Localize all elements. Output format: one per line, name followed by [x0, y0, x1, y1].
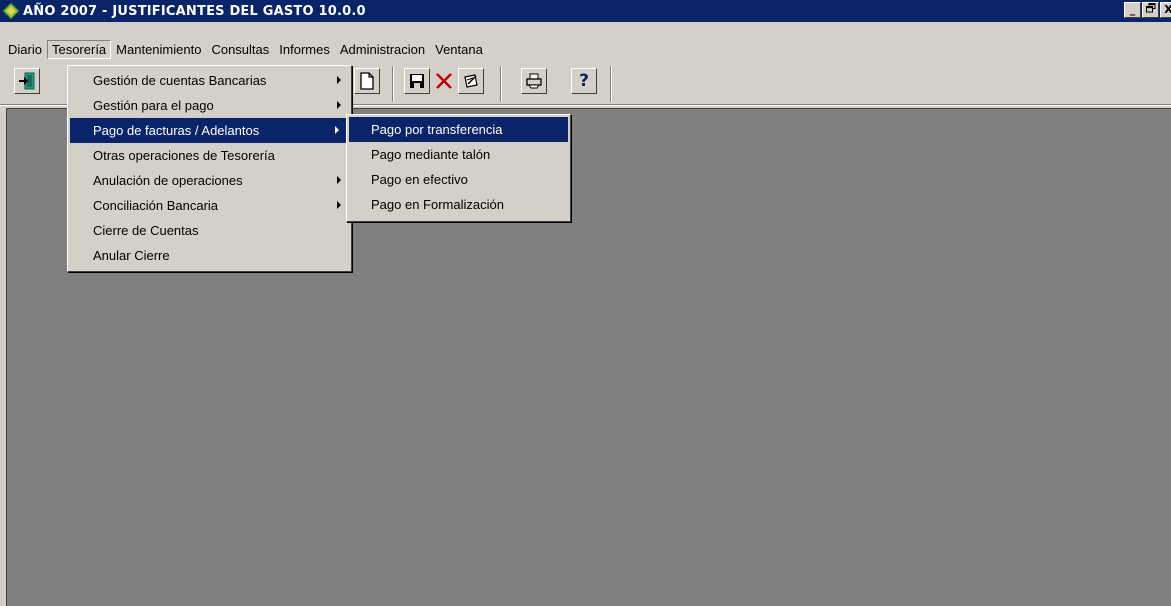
window-controls: _ X	[1124, 2, 1171, 18]
submenu-item-pago-transferencia[interactable]: Pago por transferencia	[349, 117, 568, 142]
menu-administracion[interactable]: Administracion	[335, 40, 430, 59]
print-icon	[526, 73, 542, 89]
submenu-arrow-icon	[337, 201, 341, 209]
menu-item-label: Gestión para el pago	[93, 98, 214, 113]
menu-item-gestion-cuentas-bancarias[interactable]: Gestión de cuentas Bancarias	[68, 68, 351, 93]
menu-informes[interactable]: Informes	[274, 40, 335, 59]
help-icon: ?	[579, 71, 589, 91]
menu-item-cierre-cuentas[interactable]: Cierre de Cuentas	[68, 218, 351, 243]
menu-item-label: Pago de facturas / Adelantos	[93, 123, 260, 138]
delete-button[interactable]	[431, 68, 457, 94]
app-icon[interactable]	[2, 2, 20, 20]
window-title: AÑO 2007 - JUSTIFICANTES DEL GASTO 10.0.…	[23, 3, 366, 19]
menu-tesoreria[interactable]: Tesorería	[46, 39, 112, 59]
submenu-item-pago-talon[interactable]: Pago mediante talón	[347, 142, 570, 167]
submenu-item-pago-formalizacion[interactable]: Pago en Formalización	[347, 192, 570, 217]
exit-button[interactable]	[14, 68, 40, 94]
close-button[interactable]: X	[1160, 2, 1171, 18]
print-button[interactable]	[521, 68, 547, 94]
menu-diario[interactable]: Diario	[3, 40, 47, 59]
menu-bar: Diario Tesorería Mantenimiento Consultas…	[0, 38, 1171, 60]
menu-item-conciliacion-bancaria[interactable]: Conciliación Bancaria	[68, 193, 351, 218]
menu-mantenimiento[interactable]: Mantenimiento	[111, 40, 206, 59]
menu-item-gestion-pago[interactable]: Gestión para el pago	[68, 93, 351, 118]
toolbar-separator	[610, 66, 612, 102]
menu-item-label: Anular Cierre	[93, 248, 170, 263]
submenu-arrow-icon	[337, 76, 341, 84]
new-document-button[interactable]	[354, 68, 380, 94]
menu-item-label: Conciliación Bancaria	[93, 198, 219, 213]
submenu-arrow-icon	[335, 126, 339, 134]
pago-submenu: Pago por transferencia Pago mediante tal…	[346, 114, 571, 222]
exit-icon	[19, 72, 35, 90]
restore-icon	[1145, 3, 1155, 13]
toolbar-separator	[392, 66, 394, 102]
menu-item-label: Otras operaciones de Tesorería	[93, 148, 275, 163]
menu-item-otras-operaciones[interactable]: Otras operaciones de Tesorería	[68, 143, 351, 168]
menu-item-label: Cierre de Cuentas	[93, 223, 199, 238]
toolbar-separator	[500, 66, 502, 102]
menu-item-label: Anulación de operaciones	[93, 173, 243, 188]
save-button[interactable]	[404, 68, 430, 94]
minimize-button[interactable]: _	[1124, 2, 1141, 18]
menu-item-pago-facturas[interactable]: Pago de facturas / Adelantos	[70, 118, 349, 143]
submenu-arrow-icon	[337, 176, 341, 184]
delete-icon	[436, 73, 452, 89]
menu-item-anulacion-operaciones[interactable]: Anulación de operaciones	[68, 168, 351, 193]
submenu-item-pago-efectivo[interactable]: Pago en efectivo	[347, 167, 570, 192]
edit-icon	[464, 74, 478, 88]
help-button[interactable]: ?	[571, 68, 597, 94]
submenu-arrow-icon	[337, 101, 341, 109]
menu-consultas[interactable]: Consultas	[206, 40, 274, 59]
save-icon	[410, 74, 424, 88]
menu-ventana[interactable]: Ventana	[430, 40, 488, 59]
new-document-icon	[360, 72, 374, 90]
restore-button[interactable]	[1142, 2, 1159, 18]
edit-button[interactable]	[458, 68, 484, 94]
tesoreria-menu: Gestión de cuentas Bancarias Gestión par…	[67, 65, 352, 272]
menu-item-anular-cierre[interactable]: Anular Cierre	[68, 243, 351, 268]
title-bar[interactable]: AÑO 2007 - JUSTIFICANTES DEL GASTO 10.0.…	[0, 0, 1171, 22]
menu-item-label: Gestión de cuentas Bancarias	[93, 73, 267, 88]
